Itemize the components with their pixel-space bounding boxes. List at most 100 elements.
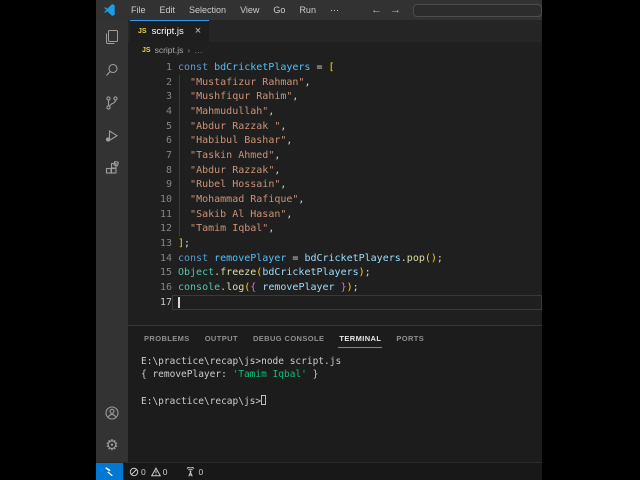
terminal-output[interactable]: E:\practice\recap\js>node script.js { rem… [128,350,542,408]
code-line[interactable]: 15 Object.freeze(bdCricketPlayers); [128,266,542,281]
terminal-token: 'Tamim Iqbal' [232,369,307,380]
breadcrumb-symbol[interactable]: … [194,45,203,55]
remote-icon [105,467,113,476]
code-token: freeze [220,267,257,279]
panel-tab-output[interactable]: OUTPUT [204,329,239,347]
code-content: "Tamim Iqbal", [172,223,542,234]
code-line[interactable]: 17 [128,295,542,310]
menu-item-file[interactable]: File [125,3,152,17]
code-content: "Mahmudullah", [172,106,542,117]
back-arrow-icon[interactable]: ← [371,4,382,16]
code-content: "Mohammad Rafique", [172,194,542,205]
code-token: ; [436,252,443,264]
line-number: 17 [159,296,172,308]
menu-item-view[interactable]: View [234,3,265,17]
terminal-line: E:\practice\recap\js> [141,395,542,408]
code-token: , [280,179,287,191]
code-content: const bdCricketPlayers = [ [172,62,542,73]
code-token: removePlayer [214,252,287,264]
code-token: , [268,105,275,117]
code-line[interactable]: 7 "Taskin Ahmed", [128,148,542,163]
code-token: Object [178,267,215,279]
video-frame: File Edit Selection View Go Run ⋯ ← → ⚙ … [0,0,640,480]
panel-tab-problems[interactable]: PROBLEMS [143,329,191,347]
breadcrumb-file[interactable]: script.js [155,45,184,55]
line-number: 3 [165,91,172,103]
line-number: 4 [165,105,172,117]
code-line[interactable]: 13]; [128,236,542,251]
menu-item-run[interactable]: Run [293,3,322,17]
code-line[interactable]: 4 "Mahmudullah", [128,104,542,119]
panel-tab-debug-console[interactable]: DEBUG CONSOLE [252,329,325,347]
activity-bar-top [96,20,128,185]
problems-status[interactable]: 0 0 [129,467,167,477]
settings-gear-icon[interactable]: ⚙ [96,429,128,462]
code-line[interactable]: 6 "Habibul Bashar", [128,133,542,148]
line-number: 7 [165,149,172,161]
run-debug-icon[interactable] [96,119,128,152]
code-token: const [178,61,215,73]
menu-item-go[interactable]: Go [267,3,291,17]
source-control-icon[interactable] [96,86,128,119]
terminal-cursor [261,395,267,405]
code-token: console [178,282,221,294]
panel-tab-terminal[interactable]: TERMINAL [338,329,383,348]
code-token: "Rubel Hossain" [190,179,281,191]
tab-scriptjs[interactable]: JS script.js × [130,20,210,42]
line-number: 2 [165,76,172,88]
code-token: , [286,135,293,147]
editor-cursor [178,296,180,308]
code-line[interactable]: 8 "Abdur Razzak", [128,163,542,178]
code-token: , [274,164,281,176]
remote-indicator[interactable] [96,463,123,480]
panel-tab-ports[interactable]: PORTS [395,329,425,347]
code-line[interactable]: 2 "Mustafizur Rahman", [128,75,542,90]
command-center-search[interactable] [412,3,542,17]
code-line[interactable]: 11 "Sakib Al Hasan", [128,207,542,222]
search-icon[interactable] [96,53,128,86]
line-number: 16 [159,282,172,294]
error-icon [129,467,139,476]
code-content [172,295,542,310]
ports-count: 0 [198,466,204,477]
extensions-icon[interactable] [96,152,128,185]
code-line[interactable]: 3 "Mushfiqur Rahim", [128,89,542,104]
line-number: 5 [165,120,172,132]
ports-status[interactable]: 0 [185,466,204,477]
code-line[interactable]: 14 const removePlayer = bdCricketPlayers.… [128,251,542,266]
code-line[interactable]: 1 const bdCricketPlayers = [ [128,60,542,75]
code-content: "Taskin Ahmed", [172,150,542,161]
tab-close-icon[interactable]: × [195,26,201,37]
code-content: const removePlayer = bdCricketPlayers.po… [172,253,542,264]
tab-label: script.js [151,26,184,37]
code-line[interactable]: 12 "Tamim Iqbal", [128,222,542,237]
menu-item-[interactable]: ⋯ [324,3,345,18]
code-line[interactable]: 9 "Rubel Hossain", [128,178,542,193]
menu-bar: File Edit Selection View Go Run ⋯ [125,3,345,18]
code-content: "Abdur Razzak ", [172,121,542,132]
forward-arrow-icon[interactable]: → [390,4,401,16]
code-editor[interactable]: 1 const bdCricketPlayers = [2 "Mustafizur… [128,58,542,325]
js-file-icon: JS [142,46,151,54]
terminal-token: } [306,369,319,380]
terminal-line: { removePlayer: 'Tamim Iqbal' } [141,369,542,382]
menu-item-selection[interactable]: Selection [183,3,232,17]
code-line[interactable]: 16 console.log({ removePlayer }); [128,280,542,295]
code-token: , [274,149,281,161]
code-token: () [424,252,437,264]
breadcrumb-separator: › [187,45,191,55]
code-line[interactable]: 10 "Mohammad Rafique", [128,192,542,207]
code-line[interactable]: 5 "Abdur Razzak ", [128,119,542,134]
line-number: 14 [159,252,172,264]
error-count: 0 [141,466,146,477]
code-token: , [286,208,293,220]
explorer-icon[interactable] [96,20,128,53]
code-token: ; [184,238,191,250]
code-content: "Sakib Al Hasan", [172,209,542,220]
account-icon[interactable] [96,396,128,429]
menu-item-edit[interactable]: Edit [154,3,182,17]
warning-count: 0 [162,466,168,477]
